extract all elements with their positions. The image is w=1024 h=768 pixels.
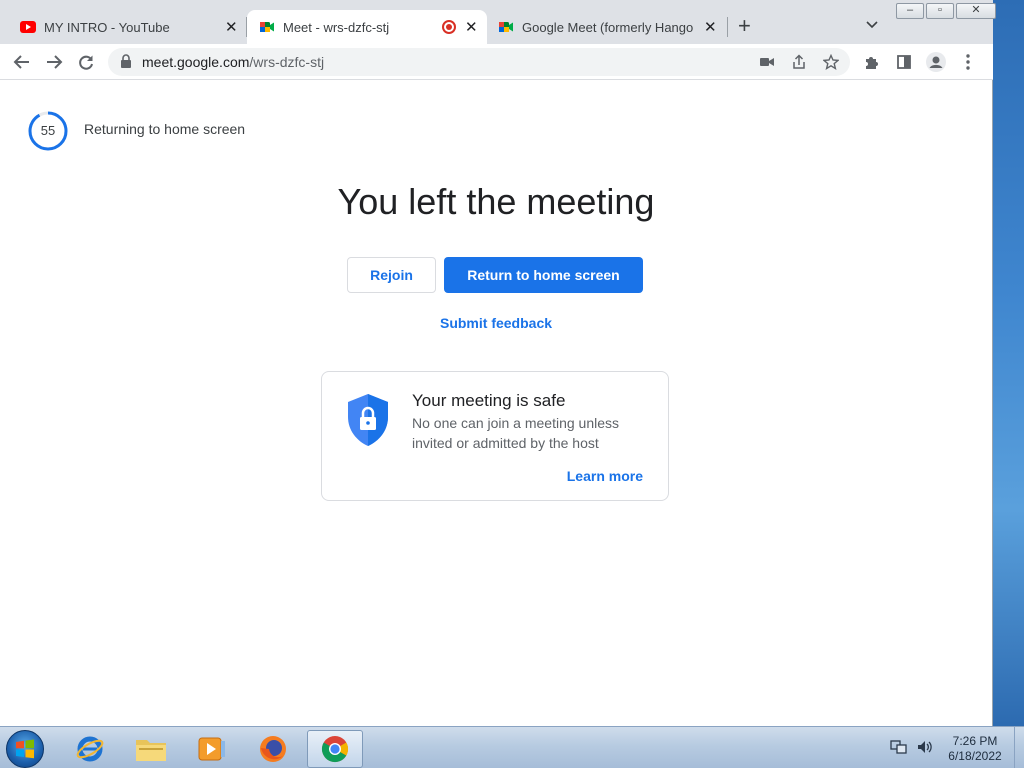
forward-button[interactable] bbox=[42, 50, 66, 74]
clock-time: 7:26 PM bbox=[952, 734, 998, 748]
google-meet-icon bbox=[260, 22, 274, 32]
tab-google-meet-info[interactable]: Google Meet (formerly Hangouts ✕ bbox=[488, 10, 726, 44]
reload-button[interactable] bbox=[74, 50, 98, 74]
volume-icon[interactable] bbox=[916, 739, 934, 755]
page-content: 55 Returning to home screen You left the… bbox=[0, 81, 992, 768]
show-desktop-button[interactable] bbox=[1014, 727, 1024, 768]
tab-close-icon[interactable]: ✕ bbox=[465, 18, 478, 36]
bookmark-star-icon[interactable] bbox=[822, 53, 840, 71]
return-home-button[interactable]: Return to home screen bbox=[444, 257, 643, 293]
back-button[interactable] bbox=[10, 50, 34, 74]
submit-feedback-link[interactable]: Submit feedback bbox=[0, 315, 992, 331]
window-controls: – ▫ ✕ bbox=[896, 3, 996, 19]
minimize-button[interactable]: – bbox=[896, 3, 924, 19]
chrome-icon bbox=[321, 736, 349, 763]
firefox-icon bbox=[260, 736, 286, 762]
system-tray bbox=[890, 739, 934, 755]
tab-close-icon[interactable]: ✕ bbox=[704, 18, 717, 36]
lock-icon bbox=[121, 54, 131, 68]
google-meet-icon bbox=[499, 22, 513, 32]
countdown-number: 55 bbox=[40, 123, 56, 138]
tab-divider bbox=[727, 17, 728, 37]
tab-title: Google Meet (formerly Hangouts bbox=[522, 19, 694, 35]
network-icon[interactable] bbox=[890, 739, 908, 755]
taskbar-file-explorer[interactable] bbox=[123, 730, 179, 768]
desktop-background bbox=[993, 0, 1024, 728]
back-arrow-icon bbox=[13, 55, 29, 69]
restore-button[interactable]: ▫ bbox=[926, 3, 954, 19]
reload-icon bbox=[79, 55, 93, 70]
profile-avatar-icon[interactable] bbox=[924, 50, 948, 74]
browser-toolbar: meet.google.com/wrs-dzfc-stj bbox=[0, 44, 993, 80]
address-bar[interactable]: meet.google.com/wrs-dzfc-stj bbox=[108, 48, 850, 76]
windows-logo-icon bbox=[16, 739, 34, 759]
taskbar-chrome[interactable] bbox=[307, 730, 363, 768]
start-button[interactable] bbox=[6, 730, 44, 768]
taskbar-clock[interactable]: 7:26 PM 6/18/2022 bbox=[940, 734, 1010, 764]
tab-strip: MY INTRO - YouTube ✕ Meet - wrs-dzfc-stj… bbox=[0, 0, 996, 44]
tab-title: Meet - wrs-dzfc-stj bbox=[283, 19, 390, 35]
taskbar-media-player[interactable] bbox=[184, 730, 240, 768]
clock-date: 6/18/2022 bbox=[948, 749, 1002, 763]
rejoin-button[interactable]: Rejoin bbox=[347, 257, 436, 293]
share-icon[interactable] bbox=[790, 53, 808, 71]
safe-card-body: No one can join a meeting unless invited… bbox=[412, 415, 620, 451]
tab-title: MY INTRO - YouTube bbox=[44, 19, 170, 35]
tab-meet-active[interactable]: Meet - wrs-dzfc-stj ✕ bbox=[247, 10, 487, 44]
forward-arrow-icon bbox=[47, 55, 63, 69]
menu-kebab-icon[interactable] bbox=[956, 50, 980, 74]
taskbar-internet-explorer[interactable] bbox=[62, 730, 118, 768]
submit-feedback-text[interactable]: Submit feedback bbox=[440, 315, 552, 331]
camera-icon[interactable] bbox=[758, 53, 776, 71]
recording-icon bbox=[442, 20, 456, 34]
taskbar-firefox[interactable] bbox=[245, 730, 301, 768]
meeting-safe-card: Your meeting is safe No one can join a m… bbox=[321, 371, 669, 501]
windows-taskbar: 7:26 PM 6/18/2022 bbox=[0, 726, 1024, 768]
shield-lock-icon bbox=[348, 394, 388, 446]
url-text: meet.google.com/wrs-dzfc-stj bbox=[142, 54, 325, 70]
countdown-label: Returning to home screen bbox=[84, 121, 246, 137]
youtube-icon bbox=[20, 21, 36, 33]
side-panel-icon[interactable] bbox=[892, 50, 916, 74]
safe-card-title: Your meeting is safe bbox=[412, 391, 566, 410]
new-tab-button[interactable]: + bbox=[738, 14, 751, 38]
close-window-button[interactable]: ✕ bbox=[956, 3, 996, 19]
internet-explorer-icon bbox=[76, 736, 104, 762]
extensions-icon[interactable] bbox=[860, 50, 884, 74]
media-player-icon bbox=[198, 737, 225, 761]
tab-youtube[interactable]: MY INTRO - YouTube ✕ bbox=[8, 10, 246, 44]
file-explorer-icon bbox=[136, 740, 166, 761]
chrome-window: MY INTRO - YouTube ✕ Meet - wrs-dzfc-stj… bbox=[0, 0, 996, 768]
page-title: You left the meeting bbox=[337, 181, 655, 222]
learn-more-link[interactable]: Learn more bbox=[567, 468, 643, 484]
tab-close-icon[interactable]: ✕ bbox=[225, 18, 238, 36]
tab-search-chevron-icon[interactable] bbox=[866, 17, 878, 32]
